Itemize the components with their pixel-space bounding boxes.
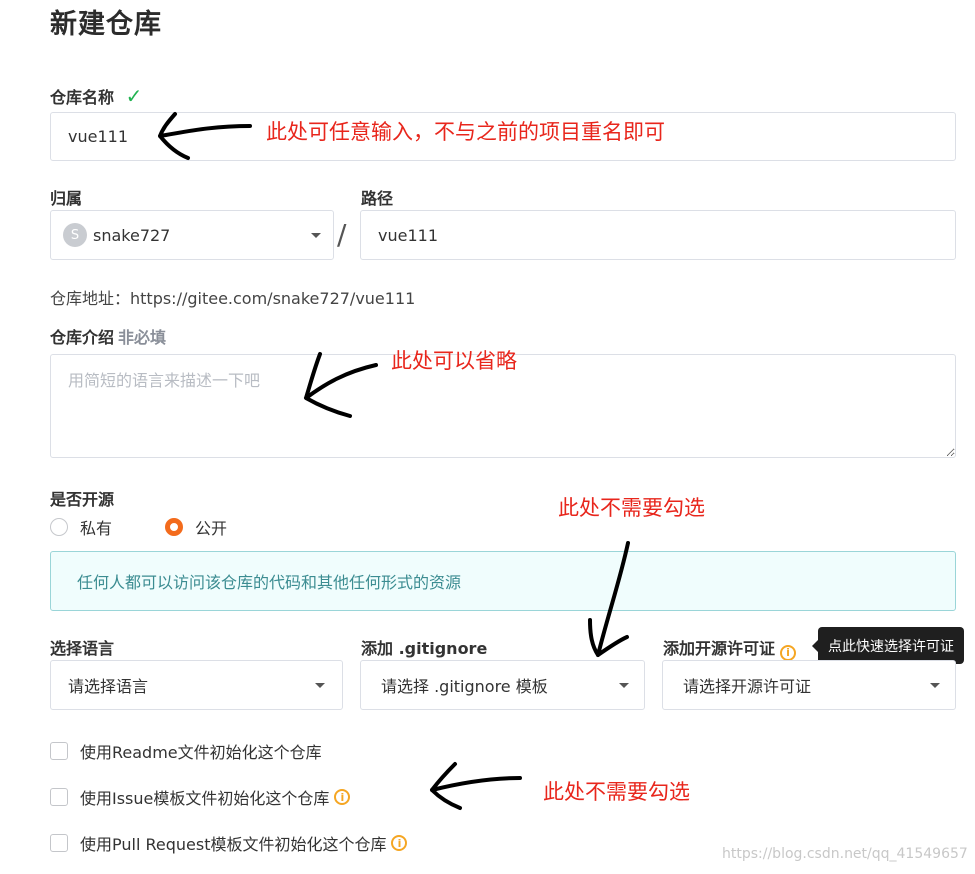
watermark: https://blog.csdn.net/qq_41549657 <box>722 846 968 862</box>
arrow-description <box>304 352 378 418</box>
annotation-name-note: 此处可任意输入，不与之前的项目重名即可 <box>266 120 665 144</box>
annotation-gitignore-note: 此处不需要勾选 <box>558 496 705 520</box>
annotation-desc-note: 此处可以省略 <box>391 349 517 373</box>
arrow-init <box>430 762 522 810</box>
arrow-gitignore <box>588 541 630 657</box>
annotation-init-note: 此处不需要勾选 <box>543 780 690 804</box>
arrow-name <box>158 112 252 160</box>
